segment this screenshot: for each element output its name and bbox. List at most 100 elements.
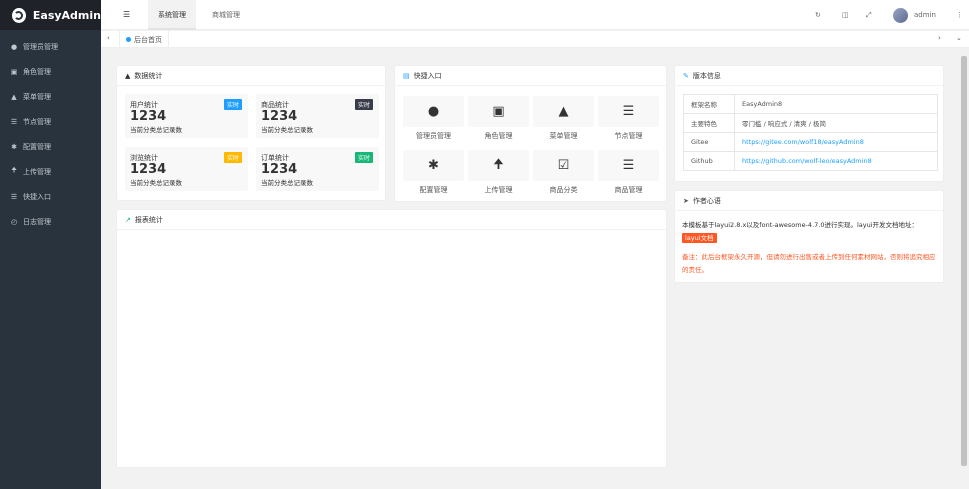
tab-shop[interactable]: 商城管理 [202,0,250,30]
sidebar-item-admin[interactable]: ● 管理员管理 [0,34,101,59]
stat-views: 浏览统计 1234 当前分类总记录数 实时 [125,147,248,191]
layui-doc-link[interactable]: layui文档 [682,233,717,243]
credit-card-icon: ▤ [403,71,410,80]
warning-icon: ▲ [125,71,131,80]
sidebar: EasyAdmin ● 管理员管理 ▣ 角色管理 ▲ 菜单管理 ☰ 节点管理 ✱ 配置管理… [0,0,101,489]
stat-users: 用户统计 1234 当前分类总记录数 实时 [125,94,248,138]
sidebar-item-label: 角色管理 [23,67,51,76]
calendar-check-icon: ☑ [533,150,594,181]
status-badge: 实时 [223,152,242,163]
status-badge: 实时 [354,99,373,110]
stats-card-header: ▲ 数据统计 [117,66,385,86]
sidebar-item-upload[interactable]: 🠉 上传管理 [0,159,101,184]
list-icon: ☰ [10,117,18,126]
table-row: Github https://github.com/wolf-leo/easyA… [683,151,938,171]
sidebar-item-label: 配置管理 [23,142,51,151]
version-table: 框架名称 EasyAdmin8 主要特色 零门槛 / 响应式 / 清爽 / 极简… [683,94,938,171]
sidebar-item-node[interactable]: ☰ 节点管理 [0,109,101,134]
sidebar-item-label: 管理员管理 [23,42,58,51]
sidebar-item-menu[interactable]: ▲ 菜单管理 [0,84,101,109]
sidebar-item-config[interactable]: ✱ 配置管理 [0,134,101,159]
tab-home[interactable]: 后台首页 [119,31,169,48]
tree-icon: ▲ [533,96,594,127]
sidebar-item-label: 节点管理 [23,117,51,126]
quick-item-node[interactable]: ☰ 节点管理 [598,96,659,141]
sidebar-item-label: 快捷入口 [23,192,51,201]
quick-entry-title: 快捷入口 [413,71,442,80]
quick-item-config[interactable]: ✱ 配置管理 [403,150,464,195]
chart-panel-title: 报表统计 [134,215,163,224]
gitee-link[interactable]: https://gitee.com/wolf18/easyAdmin8 [734,132,938,152]
fullscreen-icon[interactable]: ⤢ [866,0,872,30]
author-card-header: ➤ 作者心语 [675,191,943,211]
author-card-title: 作者心语 [692,196,721,205]
pencil-icon: ✎ [683,71,689,80]
list-icon: ☰ [598,96,659,127]
sidebar-item-label: 日志管理 [23,217,51,226]
author-body: 本模板基于layui2.8.x以及font-awesome-4.7.0进行实现。… [675,211,943,285]
stat-goods: 商品统计 1234 当前分类总记录数 实时 [256,94,379,138]
footer-area [101,468,969,489]
logo-icon [12,7,26,23]
author-text: 本模板基于layui2.8.x以及font-awesome-4.7.0进行实现。… [682,221,919,229]
user-name: admin [914,11,936,19]
table-row: Gitee https://gitee.com/wolf18/easyAdmin… [683,132,938,152]
version-card: ✎ 版本信息 框架名称 EasyAdmin8 主要特色 零门槛 / 响应式 / … [674,65,944,182]
arrow-up-icon: 🠉 [11,166,17,174]
arrow-up-icon: 🠉 [468,150,529,181]
quick-item-role[interactable]: ▣ 角色管理 [468,96,529,141]
id-card-icon: ▣ [10,67,18,76]
quick-entry-header: ▤ 快捷入口 [395,66,666,86]
asterisk-icon: ✱ [11,142,17,151]
sidebar-menu: ● 管理员管理 ▣ 角色管理 ▲ 菜单管理 ☰ 节点管理 ✱ 配置管理 🠉 上传管理 ☰ 快捷… [0,30,101,234]
chart-panel: ↗ 报表统计 [116,209,667,468]
stats-card: ▲ 数据统计 用户统计 1234 当前分类总记录数 实时 商品统计 1234 当… [116,65,386,201]
table-row: 框架名称 EasyAdmin8 [683,94,938,114]
author-note: 备注：此后台框架永久开源，但请勿进行出售或者上传到任何素材网站，否则将追究相应的… [682,253,936,274]
github-link[interactable]: https://github.com/wolf-leo/easyAdmin8 [734,151,938,171]
scrollbar-thumb[interactable] [961,56,967,466]
logo[interactable]: EasyAdmin [0,0,101,30]
status-badge: 实时 [223,99,242,110]
scrollbar[interactable] [959,48,969,468]
quick-item-menu[interactable]: ▲ 菜单管理 [533,96,594,141]
version-card-title: 版本信息 [692,71,721,80]
menu-toggle-icon[interactable]: ☰ [123,10,130,19]
page-tabs: ‹ 后台首页 › ⌄ [101,31,969,48]
quick-item-category[interactable]: ☑ 商品分类 [533,150,594,195]
id-card-icon: ▣ [468,96,529,127]
sidebar-item-role[interactable]: ▣ 角色管理 [0,59,101,84]
quick-item-upload[interactable]: 🠉 上传管理 [468,150,529,195]
status-badge: 实时 [354,152,373,163]
sidebar-item-quick[interactable]: ☰ 快捷入口 [0,184,101,209]
tabs-next-icon[interactable]: › [938,34,941,42]
tree-icon: ▲ [11,92,17,101]
user-menu[interactable]: admin [893,0,936,30]
sidebar-item-label: 上传管理 [23,167,51,176]
active-dot-icon [126,37,131,42]
app-title: EasyAdmin [32,8,101,22]
clock-icon: ◴ [10,217,18,226]
user-icon: ● [10,42,18,51]
tabs-menu-icon[interactable]: ⌄ [956,34,962,42]
chart-panel-header: ↗ 报表统计 [117,210,666,230]
sidebar-item-label: 菜单管理 [23,92,51,101]
paper-plane-icon: ➤ [683,196,689,205]
list-icon: ☰ [10,192,18,201]
line-chart-icon: ↗ [125,215,131,224]
table-row: 主要特色 零门槛 / 响应式 / 清爽 / 极简 [683,113,938,133]
avatar [893,7,908,23]
refresh-icon[interactable]: ↻ [815,0,821,30]
clear-cache-icon[interactable]: ◫ [842,0,849,30]
stat-orders: 订单统计 1234 当前分类总记录数 实时 [256,147,379,191]
more-icon[interactable]: ⋮ [956,0,963,30]
tabs-prev-icon[interactable]: ‹ [107,34,110,42]
quick-item-admin[interactable]: ● 管理员管理 [403,96,464,141]
tab-home-label: 后台首页 [134,35,162,44]
quick-entry-card: ▤ 快捷入口 ● 管理员管理 ▣ 角色管理 ▲ 菜单管理 ☰ 节点管理 ✱ 配置… [394,65,667,202]
sidebar-item-log[interactable]: ◴ 日志管理 [0,209,101,234]
tab-system[interactable]: 系统管理 [148,0,196,30]
quick-item-goods[interactable]: ☰ 商品管理 [598,150,659,195]
asterisk-icon: ✱ [403,150,464,181]
version-card-header: ✎ 版本信息 [675,66,943,86]
